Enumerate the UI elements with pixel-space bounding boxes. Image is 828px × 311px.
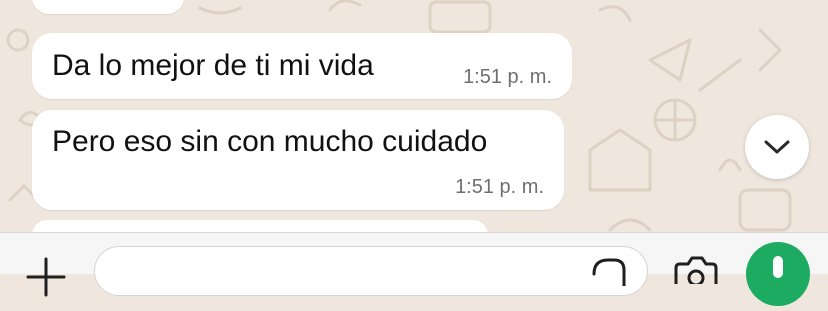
message-bubble-partial bbox=[32, 0, 184, 14]
sticker-icon[interactable] bbox=[588, 256, 628, 286]
chevron-down-icon bbox=[764, 140, 790, 154]
message-text: Pero eso sin con mucho cuidado bbox=[52, 125, 488, 158]
message-input[interactable] bbox=[94, 246, 648, 296]
mic-icon bbox=[773, 256, 783, 278]
plus-icon[interactable] bbox=[24, 255, 68, 299]
scroll-to-bottom-button[interactable] bbox=[745, 115, 809, 179]
message-timestamp: 1:51 p. m. bbox=[455, 176, 544, 198]
message-bubble[interactable]: Pero eso sin con mucho cuidado 1:51 p. m… bbox=[32, 110, 564, 210]
message-text: Da lo mejor de ti mi vida bbox=[52, 49, 374, 82]
message-bubble[interactable]: Da lo mejor de ti mi vida 1:51 p. m. bbox=[32, 33, 572, 99]
camera-icon[interactable] bbox=[672, 254, 720, 284]
voice-message-button[interactable] bbox=[746, 242, 810, 306]
message-timestamp: 1:51 p. m. bbox=[463, 66, 552, 88]
